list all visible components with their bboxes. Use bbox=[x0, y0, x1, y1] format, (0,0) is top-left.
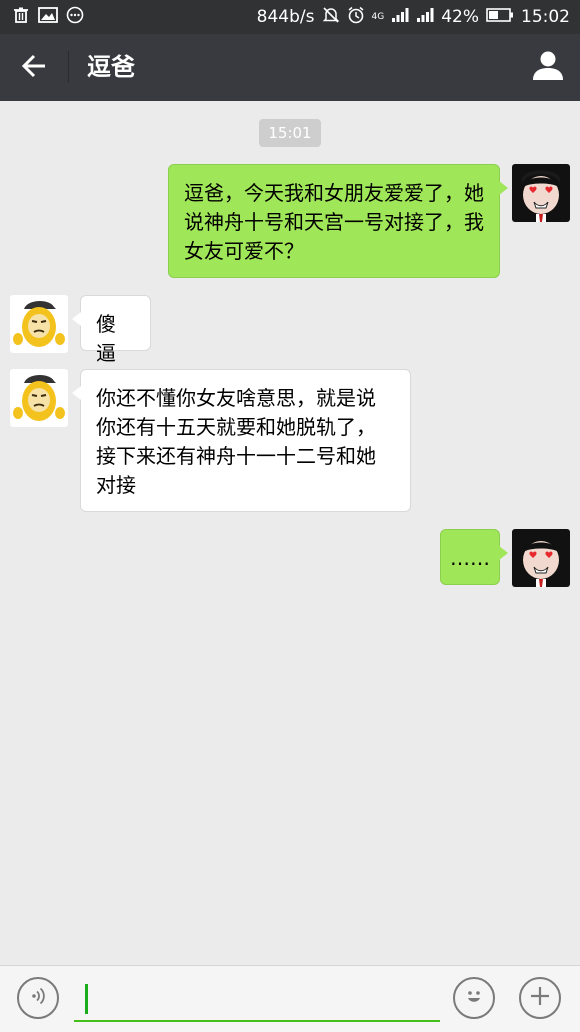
my-avatar[interactable] bbox=[512, 529, 570, 587]
text-caret bbox=[85, 984, 88, 1014]
chat-title: 逗爸 bbox=[87, 53, 135, 81]
alarm-icon bbox=[347, 6, 365, 29]
trash-icon bbox=[12, 6, 30, 28]
emoji-button[interactable] bbox=[453, 977, 495, 1019]
message-input[interactable] bbox=[74, 978, 440, 1022]
contact-avatar[interactable] bbox=[10, 369, 68, 427]
clock: 15:02 bbox=[521, 7, 570, 27]
message-bubble-received[interactable]: 你还不懂你女友啥意思，就是说你还有十五天就要和她脱轨了，接下来还有神舟十一十二号… bbox=[72, 369, 411, 512]
header-divider bbox=[68, 51, 69, 83]
status-bar: 844b/s 4G 42% 15:02 bbox=[0, 0, 580, 34]
battery-percent: 42% bbox=[441, 7, 479, 27]
chat-header: 逗爸 bbox=[0, 34, 580, 101]
message-bubble-sent[interactable]: 逗爸，今天我和女朋友爱爱了，她说神舟十号和天宫一号对接了，我女友可爱不？ bbox=[168, 164, 508, 278]
message-bubble-received[interactable]: 傻逼 bbox=[72, 295, 151, 365]
person-icon bbox=[532, 49, 564, 85]
timestamp: 15:01 bbox=[259, 119, 321, 147]
plus-icon bbox=[528, 984, 552, 1012]
input-bar bbox=[0, 965, 580, 1032]
profile-button[interactable] bbox=[530, 48, 566, 86]
signal-icon-2 bbox=[416, 7, 434, 28]
emoji-icon bbox=[459, 981, 489, 1015]
back-button[interactable] bbox=[14, 50, 54, 86]
message-bubble-sent[interactable]: …… bbox=[440, 529, 508, 585]
arrow-left-icon bbox=[21, 54, 47, 82]
more-button[interactable] bbox=[519, 977, 561, 1019]
status-icons-right: 844b/s 4G 42% 15:02 bbox=[257, 5, 570, 29]
more-circle-icon bbox=[66, 6, 84, 28]
mute-icon bbox=[322, 6, 340, 29]
contact-avatar[interactable] bbox=[10, 295, 68, 353]
my-avatar[interactable] bbox=[512, 164, 570, 222]
voice-button[interactable] bbox=[17, 977, 59, 1019]
signal-icon bbox=[391, 7, 409, 28]
chat-area[interactable]: 15:01 逗爸，今天我和女朋友爱爱了，她说神舟十号和天宫一号对接了，我女友可爱… bbox=[0, 101, 580, 965]
image-icon bbox=[38, 6, 58, 28]
network-type: 4G bbox=[371, 12, 385, 22]
status-icons-left bbox=[12, 6, 84, 28]
battery-icon bbox=[486, 7, 514, 28]
net-speed: 844b/s bbox=[256, 7, 315, 27]
voice-icon bbox=[27, 985, 49, 1011]
